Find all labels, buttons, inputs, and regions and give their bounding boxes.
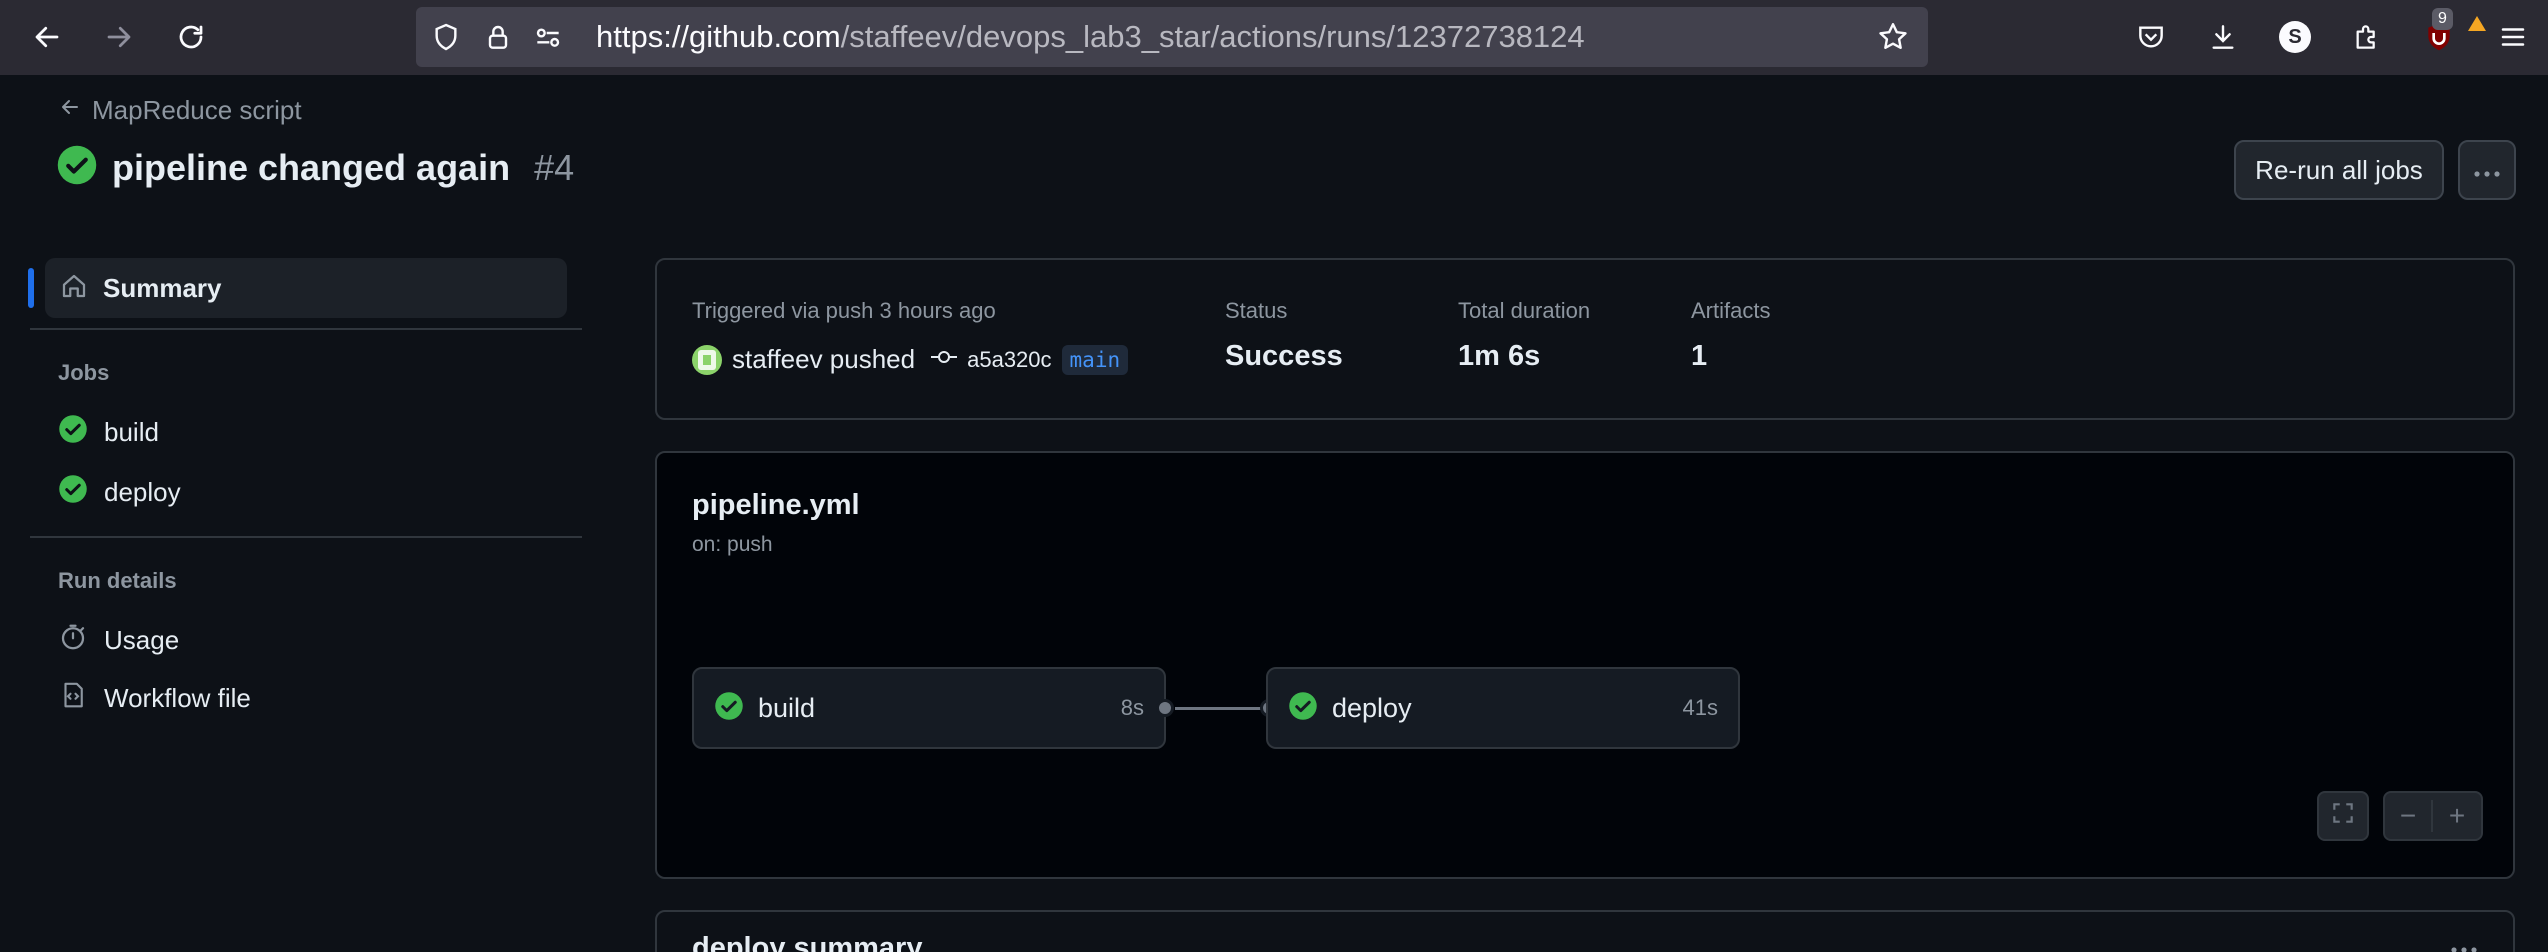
zoom-in-icon[interactable]: + bbox=[2433, 800, 2481, 832]
browser-toolbar: https://github.com/staffeev/devops_lab3_… bbox=[0, 0, 2548, 75]
sidebar-workflow-file-label: Workflow file bbox=[104, 683, 251, 713]
status-label: Status bbox=[1225, 298, 1288, 323]
check-circle-icon bbox=[58, 414, 88, 451]
fullscreen-button[interactable] bbox=[2317, 791, 2369, 841]
page-title: pipeline changed again #4 bbox=[56, 144, 574, 191]
bookmark-star-icon[interactable] bbox=[1876, 20, 1910, 59]
back-to-workflow-link[interactable]: MapReduce script bbox=[58, 95, 302, 126]
run-title: pipeline changed again bbox=[112, 146, 511, 188]
run-details-heading: Run details bbox=[58, 568, 177, 593]
kebab-horizontal-icon[interactable] bbox=[2449, 942, 2479, 952]
sidebar-job-label: build bbox=[104, 417, 159, 447]
url-path: /staffeev/devops_lab3_star/actions/runs/… bbox=[840, 19, 1585, 54]
url-bar[interactable]: https://github.com/staffeev/devops_lab3_… bbox=[416, 7, 1928, 67]
back-arrow-icon[interactable] bbox=[24, 14, 70, 60]
permissions-icon[interactable] bbox=[532, 21, 564, 58]
back-link-label: MapReduce script bbox=[92, 95, 302, 125]
lock-icon[interactable] bbox=[482, 21, 514, 58]
job-name: build bbox=[758, 692, 816, 723]
forward-arrow-icon[interactable] bbox=[96, 14, 142, 60]
kebab-horizontal-icon bbox=[2472, 155, 2502, 186]
job-name: deploy bbox=[1332, 692, 1412, 723]
run-number: #4 bbox=[534, 146, 575, 188]
commit-sha[interactable]: a5a320c bbox=[967, 347, 1051, 373]
zoom-out-icon[interactable]: − bbox=[2385, 800, 2434, 832]
trigger-text: Triggered via push 3 hours ago bbox=[692, 298, 996, 323]
shield-icon[interactable] bbox=[430, 21, 462, 58]
commit-info: staffeev pushed a5a320c main bbox=[692, 344, 1129, 375]
url-host: https://github.com bbox=[596, 19, 841, 54]
duration-label: Total duration bbox=[1458, 298, 1591, 323]
check-circle-icon bbox=[714, 691, 744, 726]
artifacts-label: Artifacts bbox=[1691, 298, 1771, 323]
sidebar-item-workflow-file[interactable]: Workflow file bbox=[58, 680, 251, 717]
artifacts-value[interactable]: 1 bbox=[1691, 340, 1707, 373]
extension-badge: 9 bbox=[2432, 8, 2453, 30]
avatar[interactable] bbox=[692, 344, 722, 375]
sidebar-divider bbox=[30, 536, 582, 538]
run-summary-card: Triggered via push 3 hours ago staffeev … bbox=[655, 258, 2515, 420]
status-value: Success bbox=[1225, 340, 1343, 372]
file-code-icon bbox=[58, 680, 88, 717]
zoom-controls: − + bbox=[2383, 791, 2483, 841]
sidebar-usage-label: Usage bbox=[104, 625, 180, 655]
download-icon[interactable] bbox=[2200, 14, 2246, 60]
rerun-all-jobs-button[interactable]: Re-run all jobs bbox=[2234, 140, 2444, 200]
sidebar-summary-label: Summary bbox=[103, 272, 222, 303]
sidebar-job-label: deploy bbox=[104, 477, 181, 507]
sidebar-job-build[interactable]: build bbox=[58, 414, 159, 451]
home-icon bbox=[59, 271, 89, 306]
actor-label[interactable]: staffeev pushed bbox=[732, 344, 915, 375]
check-circle-icon bbox=[1288, 691, 1318, 726]
url-text[interactable]: https://github.com/staffeev/devops_lab3_… bbox=[596, 7, 1585, 67]
workflow-graph-card: pipeline.yml on: push build 8s deploy 41… bbox=[655, 451, 2515, 879]
deploy-summary-title: deploy summary bbox=[692, 932, 923, 952]
workflow-file-name: pipeline.yml bbox=[692, 489, 860, 521]
branch-tag[interactable]: main bbox=[1061, 344, 1129, 375]
jobs-heading: Jobs bbox=[58, 360, 110, 385]
check-circle-icon bbox=[58, 474, 88, 511]
active-indicator bbox=[28, 268, 34, 308]
job-node-deploy[interactable]: deploy 41s bbox=[1266, 667, 1740, 749]
warning-icon bbox=[2468, 16, 2486, 31]
git-commit-icon bbox=[931, 347, 958, 372]
job-node-build[interactable]: build 8s bbox=[692, 667, 1166, 749]
job-connector-line bbox=[1175, 707, 1269, 710]
sidebar-item-usage[interactable]: Usage bbox=[58, 622, 179, 659]
workflow-trigger: on: push bbox=[692, 533, 773, 556]
duration-value: 1m 6s bbox=[1458, 340, 1541, 372]
extensions-icon[interactable] bbox=[2344, 14, 2390, 60]
more-options-button[interactable] bbox=[2458, 140, 2516, 200]
sidebar-divider bbox=[30, 328, 582, 330]
connector-dot bbox=[1156, 699, 1174, 717]
account-initial: S bbox=[2279, 21, 2311, 53]
arrow-left-icon bbox=[58, 95, 82, 126]
fullscreen-icon bbox=[2330, 800, 2356, 833]
stopwatch-icon bbox=[58, 622, 88, 659]
job-duration: 41s bbox=[1682, 695, 1718, 720]
sidebar-item-summary[interactable]: Summary bbox=[45, 258, 567, 318]
account-icon[interactable]: S bbox=[2272, 14, 2318, 60]
check-circle-icon bbox=[56, 144, 98, 191]
pocket-icon[interactable] bbox=[2128, 14, 2174, 60]
reload-icon[interactable] bbox=[168, 14, 214, 60]
sidebar-job-deploy[interactable]: deploy bbox=[58, 474, 181, 511]
menu-icon[interactable] bbox=[2490, 14, 2536, 60]
job-duration: 8s bbox=[1120, 695, 1144, 720]
deploy-summary-card: deploy summary bbox=[655, 910, 2515, 952]
